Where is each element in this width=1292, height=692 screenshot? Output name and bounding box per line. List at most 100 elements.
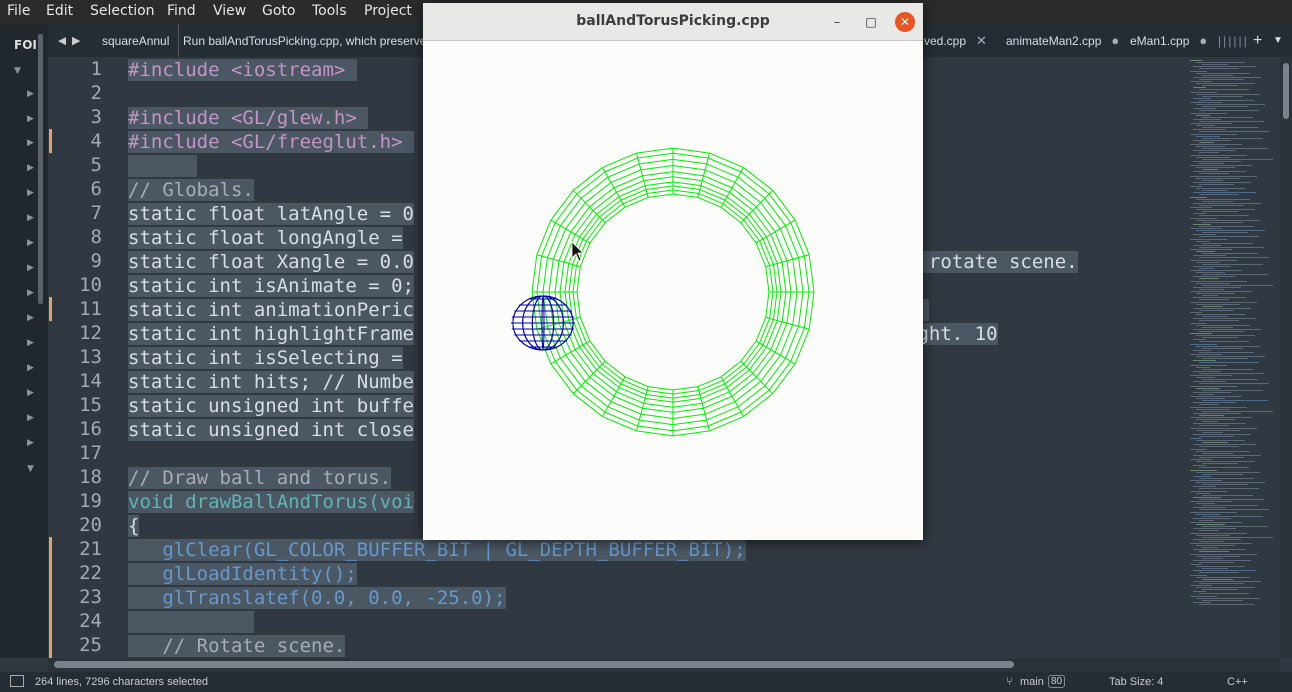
code-line-comment: // Globals. bbox=[128, 179, 254, 201]
code-line[interactable]: static unsigned int buffe bbox=[128, 394, 414, 418]
folder-collapsed-icon[interactable]: ▶ bbox=[27, 413, 34, 423]
minimap-line bbox=[1199, 152, 1219, 154]
tab-tooltip-run-ball-and-torus[interactable]: Run ballAndTorusPicking.cpp, which prese… bbox=[178, 24, 431, 57]
folder-expanded-icon[interactable]: ▼ bbox=[14, 66, 21, 76]
minimap-line bbox=[1193, 381, 1226, 383]
code-line[interactable]: glTranslatef(0.0, 0.0, -25.0); bbox=[128, 586, 506, 610]
vertical-scrollbar[interactable] bbox=[1280, 57, 1292, 658]
folder-collapsed-icon[interactable]: ▶ bbox=[27, 263, 34, 273]
tab-size-status[interactable]: Tab Size: 4 bbox=[1109, 676, 1163, 688]
tab-nav-back[interactable]: ◀ bbox=[58, 24, 66, 57]
line-number-gutter: 1 2 3 4 5 6 7 8 9 10 11 12 13 14 15 16 1… bbox=[48, 57, 120, 658]
menu-project[interactable]: Project bbox=[364, 3, 412, 19]
menu-file[interactable]: File bbox=[7, 3, 30, 19]
close-button[interactable]: ✕ bbox=[895, 12, 915, 32]
torus-wireframe[interactable] bbox=[531, 147, 815, 437]
folder-collapsed-icon[interactable]: ▶ bbox=[27, 213, 34, 223]
tab-dropdown-icon[interactable]: ▼ bbox=[1273, 24, 1283, 57]
folder-collapsed-icon[interactable]: ▶ bbox=[27, 238, 34, 248]
menu-selection[interactable]: Selection bbox=[90, 3, 155, 19]
code-line[interactable]: // Rotate scene. bbox=[128, 634, 346, 658]
folder-collapsed-icon[interactable]: ▶ bbox=[27, 438, 34, 448]
minimap-line bbox=[1196, 104, 1265, 106]
code-line-decl: static float Xangle = 0.0 bbox=[128, 251, 414, 273]
folder-collapsed-icon[interactable]: ▶ bbox=[27, 288, 34, 298]
modified-dot-icon[interactable]: ● bbox=[1199, 33, 1207, 48]
tab-nav-forward[interactable]: ▶ bbox=[72, 24, 80, 57]
panel-toggle-icon[interactable] bbox=[10, 675, 24, 687]
git-branch-icon: ⑂ bbox=[1006, 676, 1013, 688]
code-line[interactable] bbox=[128, 154, 197, 178]
code-line[interactable] bbox=[128, 610, 254, 634]
menu-tools[interactable]: Tools bbox=[312, 3, 347, 19]
code-line[interactable]: #include <iostream> bbox=[128, 58, 357, 82]
minimap-line bbox=[1196, 419, 1235, 421]
gl-window-titlebar[interactable]: ballAndTorusPicking.cpp – □ ✕ bbox=[423, 3, 923, 41]
minimize-button[interactable]: – bbox=[827, 12, 847, 32]
horizontal-scrollbar[interactable] bbox=[48, 658, 1280, 672]
menu-view[interactable]: View bbox=[213, 3, 246, 19]
tab-square-annulus[interactable]: squareAnnul bbox=[102, 24, 170, 57]
folder-collapsed-icon[interactable]: ▶ bbox=[27, 163, 34, 173]
code-line[interactable]: // Globals. bbox=[128, 178, 254, 202]
code-line[interactable]: { bbox=[128, 514, 140, 538]
tab-overflow-icon[interactable]: |||||| bbox=[1218, 24, 1249, 57]
line-number: 16 bbox=[79, 418, 102, 440]
code-line[interactable]: static unsigned int close bbox=[128, 418, 414, 442]
minimap[interactable] bbox=[1188, 57, 1278, 658]
code-line-text: #include <GL/glew.h> bbox=[128, 107, 369, 129]
vertical-scrollbar-thumb[interactable] bbox=[1283, 63, 1289, 119]
minimap-line bbox=[1202, 526, 1268, 528]
line-number: 12 bbox=[79, 322, 102, 344]
folder-expanded-icon[interactable]: ▼ bbox=[27, 464, 34, 474]
tab-close-icon[interactable]: ✕ bbox=[976, 33, 987, 48]
maximize-button[interactable]: □ bbox=[861, 12, 881, 32]
code-line[interactable]: static int isSelecting = bbox=[128, 346, 403, 370]
code-line[interactable]: static float longAngle = bbox=[128, 226, 403, 250]
minimap-line bbox=[1193, 591, 1206, 593]
folder-collapsed-icon[interactable]: ▶ bbox=[27, 89, 34, 99]
code-line[interactable]: static int hits; // Numbe bbox=[128, 370, 414, 394]
code-line[interactable]: static int highlightFrame bbox=[128, 322, 414, 346]
code-line[interactable]: // Draw ball and torus. bbox=[128, 466, 392, 490]
minimap-line bbox=[1193, 349, 1211, 351]
folder-collapsed-icon[interactable]: ▶ bbox=[27, 138, 34, 148]
horizontal-scrollbar-thumb[interactable] bbox=[54, 661, 1014, 668]
minimap-line bbox=[1193, 538, 1241, 540]
git-branch[interactable]: main bbox=[1020, 676, 1044, 688]
minimap-line bbox=[1196, 440, 1245, 442]
modified-dot-icon[interactable]: ● bbox=[1111, 33, 1119, 48]
folder-collapsed-icon[interactable]: ▶ bbox=[27, 338, 34, 348]
folder-collapsed-icon[interactable]: ▶ bbox=[27, 363, 34, 373]
menu-edit[interactable]: Edit bbox=[46, 3, 73, 19]
folder-collapsed-icon[interactable]: ▶ bbox=[27, 388, 34, 398]
new-tab-button[interactable]: + bbox=[1253, 24, 1262, 57]
folder-collapsed-icon[interactable]: ▶ bbox=[27, 188, 34, 198]
code-line[interactable]: static int isAnimate = 0; bbox=[128, 274, 414, 298]
ball-wireframe[interactable] bbox=[511, 295, 575, 351]
code-line[interactable]: glLoadIdentity(); bbox=[128, 562, 357, 586]
gl-canvas[interactable] bbox=[423, 40, 923, 540]
code-line[interactable]: void drawBallAndTorus(voi bbox=[128, 490, 414, 514]
minimap-line bbox=[1199, 183, 1234, 185]
folder-collapsed-icon[interactable]: ▶ bbox=[27, 114, 34, 124]
tab-animate-man2[interactable]: animateMan2.cpp ● bbox=[1006, 24, 1119, 57]
code-line[interactable]: #include <GL/glew.h> bbox=[128, 106, 369, 130]
minimap-line bbox=[1196, 146, 1225, 148]
code-line[interactable]: static int animationPeric bbox=[128, 298, 414, 322]
minimap-line bbox=[1193, 150, 1236, 152]
minimap-line bbox=[1193, 433, 1251, 435]
code-line[interactable]: static float latAngle = 0 bbox=[128, 202, 414, 226]
minimap-line bbox=[1196, 135, 1220, 137]
code-line[interactable]: #include <GL/freeglut.h> bbox=[128, 130, 414, 154]
gl-window[interactable]: ballAndTorusPicking.cpp – □ ✕ bbox=[423, 3, 923, 540]
syntax-status[interactable]: C++ bbox=[1227, 676, 1248, 688]
code-line[interactable]: glClear(GL_COLOR_BUFFER_BIT | GL_DEPTH_B… bbox=[128, 538, 746, 562]
folder-collapsed-icon[interactable]: ▶ bbox=[27, 313, 34, 323]
tab-animate-man1[interactable]: eMan1.cpp ● bbox=[1130, 24, 1207, 57]
menu-find[interactable]: Find bbox=[167, 3, 196, 19]
menu-goto[interactable]: Goto bbox=[262, 3, 295, 19]
sidebar-scrollbar[interactable] bbox=[38, 34, 43, 304]
code-line[interactable]: static float Xangle = 0.0 bbox=[128, 250, 414, 274]
tab-ved[interactable]: ved.cpp ✕ bbox=[924, 24, 987, 57]
